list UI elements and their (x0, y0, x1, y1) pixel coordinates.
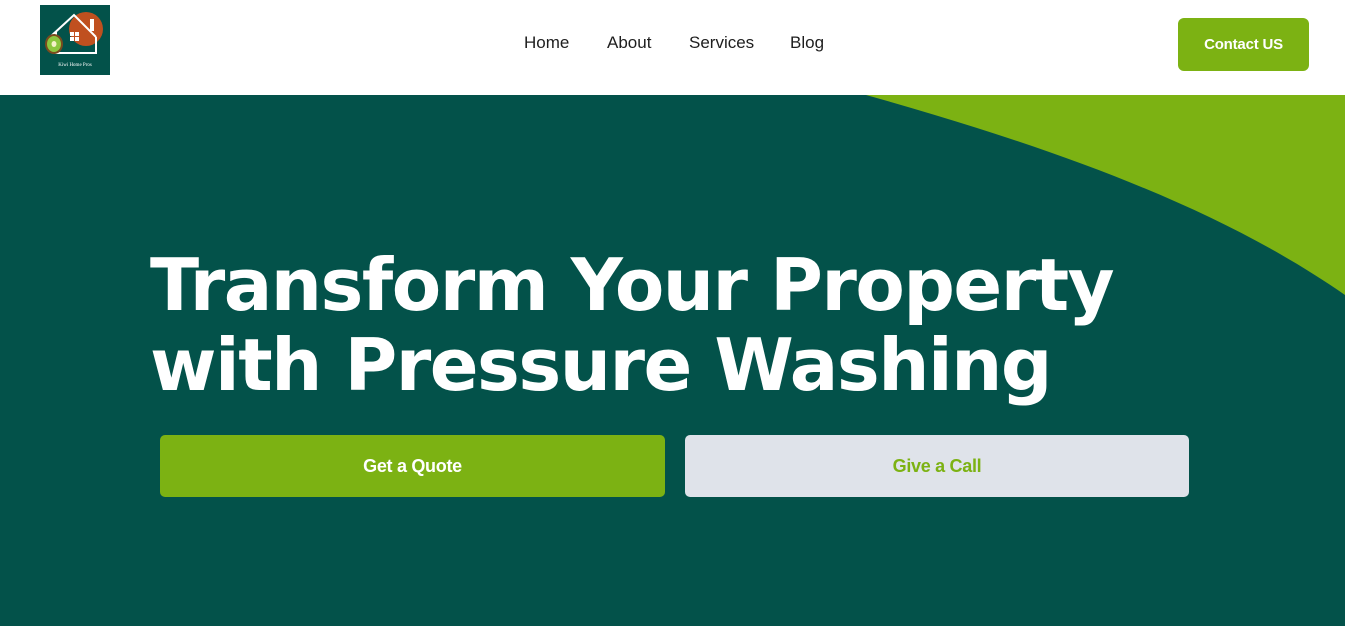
page: Kiwi Home Pros Home About Services Blog … (0, 0, 1345, 626)
contact-us-button[interactable]: Contact US (1178, 18, 1309, 71)
hero-title-line-2: with Pressure Washing (150, 323, 1052, 407)
give-call-button[interactable]: Give a Call (685, 435, 1189, 497)
site-logo[interactable]: Kiwi Home Pros (40, 5, 110, 75)
get-quote-button[interactable]: Get a Quote (160, 435, 665, 497)
nav-blog[interactable]: Blog (790, 33, 824, 53)
hero-title-line-1: Transform Your Property (150, 243, 1115, 327)
hero-section: Transform Your Property with Pressure Wa… (0, 95, 1345, 626)
logo-text: Kiwi Home Pros (58, 63, 92, 68)
nav-services[interactable]: Services (689, 33, 754, 53)
nav-home[interactable]: Home (524, 33, 569, 53)
hero-title: Transform Your Property with Pressure Wa… (150, 245, 1250, 405)
nav-about[interactable]: About (607, 33, 651, 53)
site-header: Kiwi Home Pros Home About Services Blog … (0, 0, 1345, 95)
